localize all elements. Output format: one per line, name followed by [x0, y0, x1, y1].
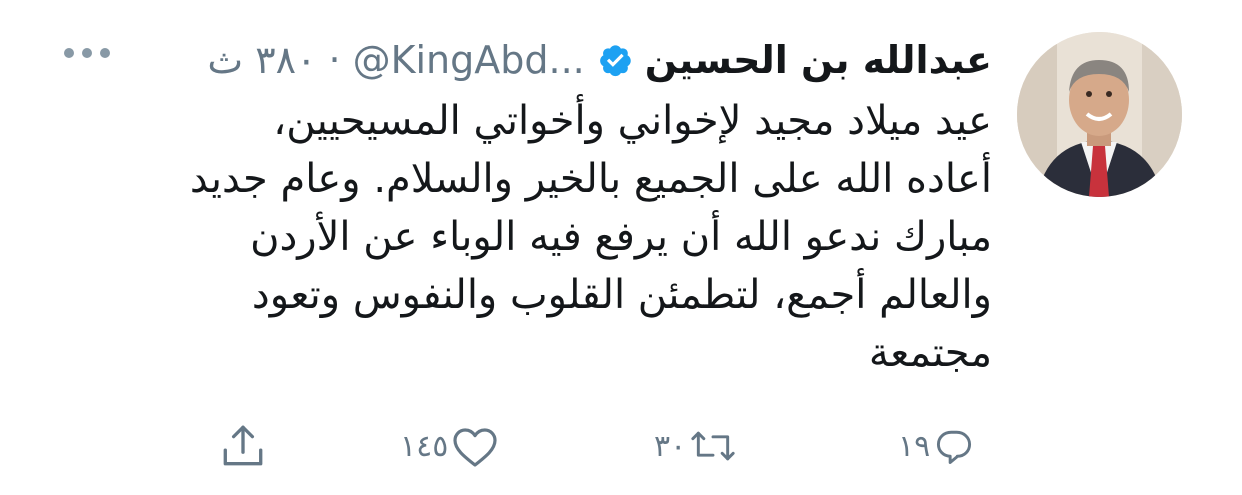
tweet-text-line: مجتمعة: [868, 330, 992, 376]
tweet-text: عيد ميلاد مجيد لإخواني وأخواتي المسيحيين…: [82, 92, 992, 382]
verified-badge-icon: [599, 45, 631, 77]
heart-icon: [453, 428, 497, 467]
tweet-text-line: أعاده الله على الجميع بالخير والسلام. وع…: [189, 156, 992, 202]
avatar-image: [1017, 32, 1182, 197]
retweet-count: ٣٠: [654, 428, 687, 464]
like-count: ١٤٥: [400, 428, 449, 464]
action-bar: ١٩ ٣٠ ١٤٥: [0, 418, 1242, 474]
reply-icon: [937, 430, 972, 464]
share-button[interactable]: [218, 418, 268, 474]
header-separator: ·: [328, 38, 341, 82]
more-options-icon[interactable]: [64, 38, 114, 68]
reply-count: ١٩: [898, 428, 931, 464]
retweet-icon: [691, 431, 735, 461]
reply-button[interactable]: ١٩: [898, 418, 976, 474]
like-button[interactable]: ١٤٥: [400, 418, 500, 474]
author-handle[interactable]: @KingAbd...: [353, 38, 585, 82]
tweet-text-line: عيد ميلاد مجيد لإخواني وأخواتي المسيحيين…: [273, 98, 992, 144]
tweet-text-line: والعالم أجمع، لتطمئن القلوب والنفوس وتعو…: [251, 272, 992, 318]
tweet-header: عبدالله بن الحسين @KingAbd... · ٣٨٠ ث: [207, 32, 992, 88]
avatar[interactable]: [1017, 32, 1182, 197]
timestamp[interactable]: ٣٨٠ ث: [207, 38, 316, 82]
tweet-text-line: مبارك ندعو الله أن يرفع فيه الوباء عن ال…: [250, 214, 992, 260]
retweet-button[interactable]: ٣٠: [654, 418, 738, 474]
author-name[interactable]: عبدالله بن الحسين: [645, 38, 992, 82]
share-icon: [223, 425, 263, 466]
